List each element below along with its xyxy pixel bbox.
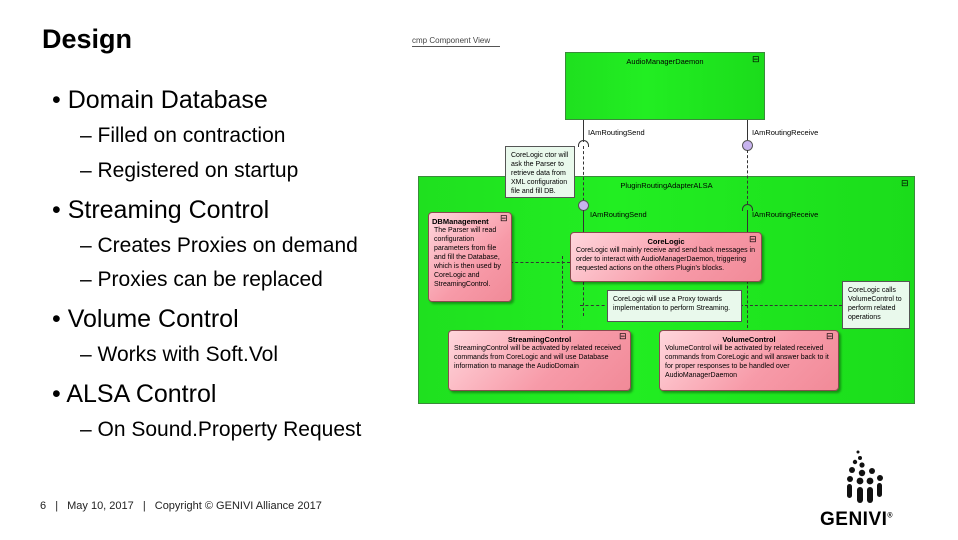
logo-text: GENIVI	[820, 509, 888, 530]
sub-bullet: – Filled on contraction	[80, 124, 286, 147]
footer: 6 | May 10, 2017 | Copyright © GENIVI Al…	[40, 500, 328, 512]
component-description: VolumeControl will be activated by relat…	[665, 345, 829, 379]
diagram-frame-label: cmp Component View	[412, 36, 501, 47]
footer-separator: |	[55, 500, 59, 512]
page-number: 6	[40, 500, 47, 512]
audio-manager-daemon-component: AudioManagerDaemon	[565, 52, 765, 120]
footer-date: May 10, 2017	[67, 500, 134, 512]
footer-separator: |	[142, 500, 146, 512]
component-title: CoreLogic	[647, 237, 685, 246]
interface-label-send: IAmRoutingSend	[590, 210, 647, 219]
connector-line	[583, 120, 584, 142]
registered-mark: ®	[887, 512, 894, 520]
slide-title: Design	[42, 24, 133, 54]
component-icon: ⊟	[749, 234, 757, 244]
connector-line	[583, 210, 584, 234]
sub-bullet: – On Sound.Property Request	[80, 418, 362, 441]
bullet-alsa-control: • ALSA Control	[52, 380, 217, 408]
sub-bullet: – Creates Proxies on demand	[80, 234, 358, 257]
note-proxy: CoreLogic will use a Proxy towards imple…	[607, 290, 742, 322]
sub-bullet: – Registered on startup	[80, 159, 299, 182]
component-description: CoreLogic will mainly receive and send b…	[576, 247, 755, 272]
sub-bullet: – Proxies can be replaced	[80, 268, 323, 291]
dependency-line	[747, 150, 748, 204]
interface-label-receive: IAmRoutingReceive	[752, 210, 819, 219]
component-icon: ⊟	[752, 54, 760, 64]
bullet-volume-control: • Volume Control	[52, 305, 239, 333]
component-description: StreamingControl will be activated by re…	[454, 345, 621, 370]
connector-line	[747, 120, 748, 140]
component-icon: ⊟	[619, 331, 627, 341]
interface-label-send: IAmRoutingSend	[588, 128, 645, 137]
db-management-component: DBManagement The Parser will read config…	[428, 212, 512, 302]
component-icon: ⊟	[901, 178, 909, 188]
dependency-line	[510, 262, 570, 263]
genivi-logo: GENIVI®	[820, 448, 910, 530]
genivi-people-icon	[847, 450, 883, 503]
dependency-line	[740, 305, 842, 306]
dependency-line	[562, 256, 563, 328]
connector-line	[747, 210, 748, 234]
component-icon: ⊟	[500, 213, 508, 223]
dependency-line	[583, 146, 584, 206]
bullet-streaming-control: • Streaming Control	[52, 196, 270, 224]
note-parser: CoreLogic ctor will ask the Parser to re…	[505, 146, 575, 198]
dependency-line	[580, 305, 610, 306]
component-title: DBManagement	[432, 217, 489, 226]
component-title: PluginRoutingAdapterALSA	[620, 181, 713, 190]
component-title: VolumeControl	[722, 335, 776, 344]
interface-label-receive: IAmRoutingReceive	[752, 128, 819, 137]
component-title: AudioManagerDaemon	[626, 57, 704, 66]
streaming-control-component: StreamingControl StreamingControl will b…	[448, 330, 631, 391]
bullet-domain-database: • Domain Database	[52, 86, 268, 114]
footer-copyright: Copyright © GENIVI Alliance 2017	[154, 500, 322, 512]
core-logic-component: CoreLogic CoreLogic will mainly receive …	[570, 232, 762, 282]
component-description: The Parser will read configuration param…	[434, 227, 501, 288]
component-icon: ⊟	[826, 331, 834, 341]
component-title: StreamingControl	[507, 335, 572, 344]
note-volume: CoreLogic calls VolumeControl to perform…	[842, 281, 910, 329]
volume-control-component: VolumeControl VolumeControl will be acti…	[659, 330, 839, 391]
sub-bullet: – Works with Soft.Vol	[80, 343, 279, 366]
